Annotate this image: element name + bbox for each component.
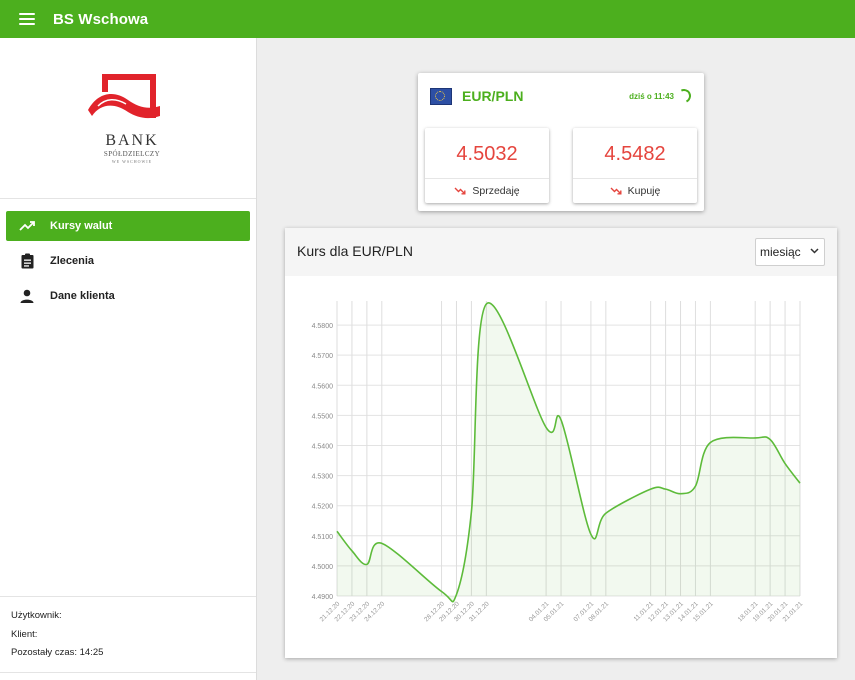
app-title: BS Wschowa: [53, 10, 149, 28]
sell-rate-label: Sprzedaję: [472, 185, 520, 197]
buy-rate-label-row: Kupuję: [573, 179, 697, 203]
clipboard-icon: [17, 251, 37, 271]
refresh-spinner-icon: [675, 87, 693, 105]
sell-rate-box[interactable]: 4.5032 Sprzedaję: [425, 128, 549, 203]
chart-header: Kurs dla EUR/PLN miesiąc: [285, 228, 837, 276]
sidebar-item-zlecenia[interactable]: Zlecenia: [6, 246, 250, 276]
sidebar-nav: Kursy walut Zlecenia Dane klienta: [0, 199, 256, 311]
logo-area: BANK SPÓŁDZIELCZY WE WSCHOWIE: [0, 38, 256, 199]
sidebar: BANK SPÓŁDZIELCZY WE WSCHOWIE Kursy walu…: [0, 38, 257, 680]
y-tick-label: 4.4900: [312, 594, 334, 601]
eu-flag-icon: [430, 87, 452, 105]
y-tick-label: 4.5300: [312, 474, 334, 481]
buy-rate-box[interactable]: 4.5482 Kupuję: [573, 128, 697, 203]
bank-logo: BANK SPÓŁDZIELCZY WE WSCHOWIE: [84, 72, 164, 164]
rate-chart-card: Kurs dla EUR/PLN miesiąc 4.4900 4.5000 4.5…: [285, 228, 837, 658]
y-tick-label: 4.5600: [312, 383, 334, 390]
y-tick-label: 4.5800: [312, 323, 334, 330]
currency-pair: EUR/PLN: [462, 88, 524, 104]
trending-up-icon: [17, 216, 37, 236]
logo-sub-text: SPÓŁDZIELCZY: [103, 150, 161, 158]
rate-line-chart: 4.4900 4.5000 4.5100 4.5200 4.5300 4.5400 4.55…: [312, 301, 805, 623]
client-label: Klient:: [11, 628, 38, 640]
period-select[interactable]: miesiąc: [755, 238, 825, 266]
logo-bank-text: BANK: [105, 132, 159, 149]
rate-card-header: EUR/PLN dziś o 11:43: [418, 73, 704, 119]
y-tick-label: 4.5500: [312, 413, 334, 420]
period-select-value: miesiąc: [760, 245, 801, 259]
trending-down-icon: [610, 187, 622, 195]
y-tick-label: 4.5200: [312, 504, 334, 511]
y-tick-label: 4.5100: [312, 534, 334, 541]
buy-rate-value: 4.5482: [573, 128, 697, 179]
bank-logo-text: BANK SPÓŁDZIELCZY WE WSCHOWIE: [100, 132, 164, 164]
sidebar-item-label: Zlecenia: [50, 255, 95, 267]
session-info: Użytkownik: Klient: Pozostały czas: 14:2…: [0, 596, 256, 663]
y-tick-label: 4.5400: [312, 443, 334, 450]
sidebar-item-kursy-walut[interactable]: Kursy walut: [6, 211, 250, 241]
trending-down-icon: [454, 187, 466, 195]
user-label: Użytkownik:: [11, 610, 62, 621]
chart-title: Kurs dla EUR/PLN: [297, 243, 413, 259]
y-tick-label: 4.5700: [312, 353, 334, 360]
series-area: [337, 302, 800, 602]
logo-sub2-text: WE WSCHOWIE: [111, 159, 153, 164]
app-bar: BS Wschowa: [0, 0, 855, 38]
sidebar-item-label: Dane klienta: [50, 290, 115, 302]
person-icon: [17, 286, 37, 306]
chevron-down-icon: [810, 248, 819, 254]
buy-rate-label: Kupuję: [627, 185, 661, 197]
bank-logo-mark: [88, 74, 160, 119]
sidebar-divider: [0, 672, 256, 673]
sidebar-item-label: Kursy walut: [50, 220, 113, 232]
sell-rate-label-row: Sprzedaję: [425, 179, 549, 203]
remaining-time: Pozostały czas: 14:25: [11, 647, 104, 658]
sidebar-item-dane-klienta[interactable]: Dane klienta: [6, 281, 250, 311]
y-tick-label: 4.5000: [312, 564, 334, 571]
hamburger-menu-icon[interactable]: [19, 13, 35, 25]
updated-time: dziś o 11:43: [629, 92, 674, 101]
sell-rate-value: 4.5032: [425, 128, 549, 179]
exchange-rate-card: EUR/PLN dziś o 11:43 4.5032 Sprzedaję 4.…: [418, 73, 704, 211]
